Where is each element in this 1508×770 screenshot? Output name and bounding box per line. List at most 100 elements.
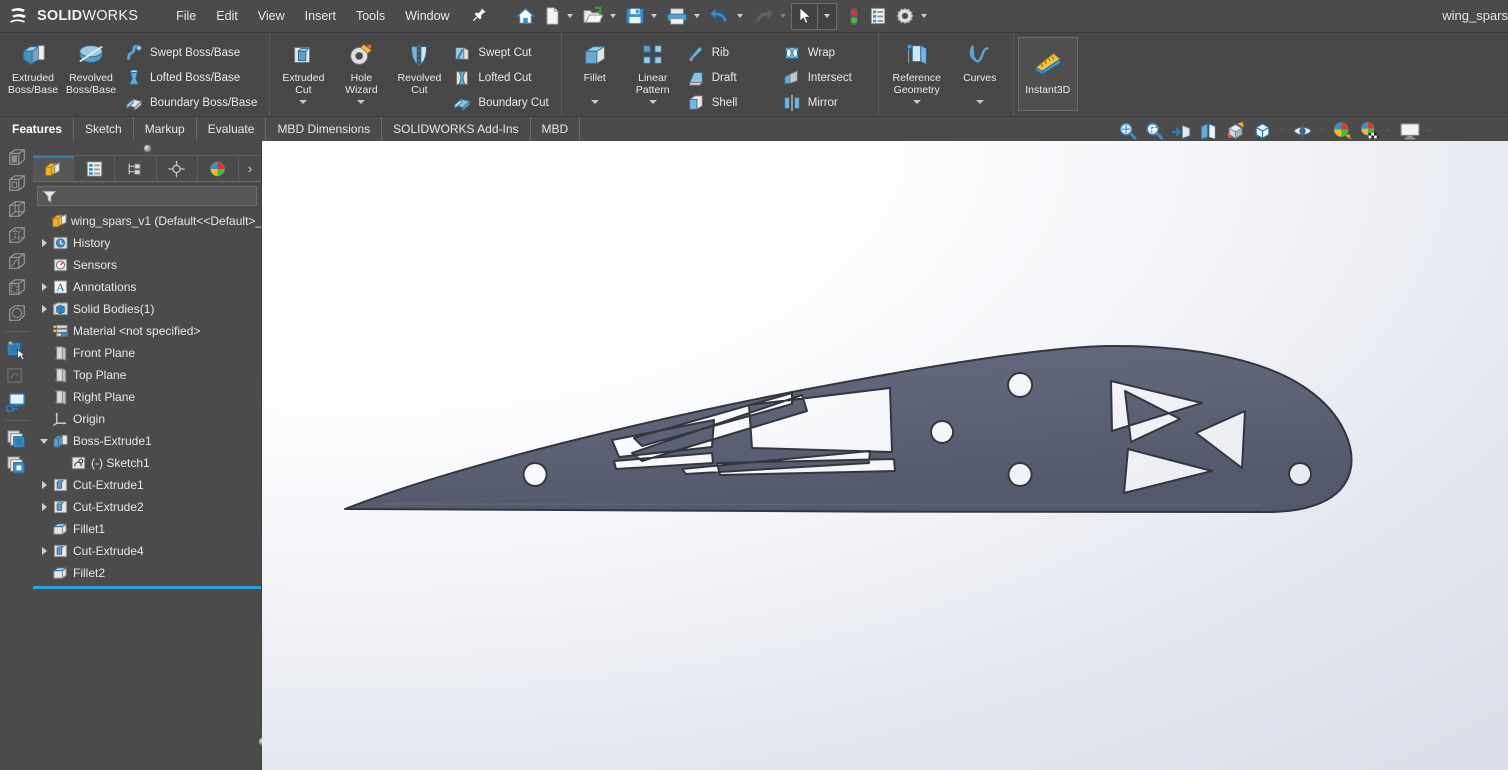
linear-pattern-button[interactable]: Linear Pattern bbox=[624, 36, 682, 104]
new-document-button[interactable] bbox=[540, 4, 565, 28]
display-list-button[interactable] bbox=[865, 4, 891, 28]
menu-file[interactable]: File bbox=[166, 4, 206, 28]
reference-geometry-dropdown-icon[interactable] bbox=[912, 100, 921, 104]
menu-window[interactable]: Window bbox=[395, 4, 459, 28]
tree-item-solid-bodies[interactable]: Solid Bodies(1) bbox=[33, 298, 261, 320]
feature-manager-tab[interactable] bbox=[33, 156, 75, 181]
extruded-cut-dropdown-icon[interactable] bbox=[299, 100, 308, 104]
hide-show-items-dropdown-icon[interactable] bbox=[1318, 129, 1324, 133]
zoom-to-fit-button[interactable] bbox=[1115, 120, 1140, 142]
rail-new-part-icon[interactable] bbox=[3, 338, 31, 362]
fillet-button[interactable]: Fillet bbox=[566, 36, 624, 104]
zoom-to-area-button[interactable] bbox=[1142, 120, 1167, 142]
filter-box[interactable] bbox=[37, 186, 257, 206]
graphics-viewport[interactable] bbox=[262, 141, 1508, 770]
tree-arrow-cut-extrude4[interactable] bbox=[37, 547, 51, 555]
reference-geometry-button[interactable]: Reference Geometry bbox=[883, 36, 951, 104]
tree-item-annotations[interactable]: A Annotations bbox=[33, 276, 261, 298]
extruded-boss-base-button[interactable]: Extruded Boss/Base bbox=[4, 36, 62, 96]
hide-show-items-button[interactable] bbox=[1290, 120, 1315, 142]
mirror-button[interactable]: Mirror bbox=[778, 90, 874, 115]
pin-icon[interactable] bbox=[466, 5, 493, 28]
configuration-manager-tab[interactable] bbox=[115, 156, 157, 181]
lofted-boss-base-button[interactable]: Lofted Boss/Base bbox=[120, 65, 265, 90]
intersect-button[interactable]: Intersect bbox=[778, 65, 874, 90]
tree-arrow-annotations[interactable] bbox=[37, 283, 51, 291]
undo-button[interactable] bbox=[705, 4, 735, 28]
curves-button[interactable]: Curves bbox=[951, 36, 1009, 104]
curves-dropdown-icon[interactable] bbox=[975, 100, 984, 104]
swept-boss-base-button[interactable]: Swept Boss/Base bbox=[120, 40, 265, 65]
rail-edit-sketch-icon[interactable] bbox=[3, 364, 31, 388]
tree-item-top-plane[interactable]: Top Plane bbox=[33, 364, 261, 386]
previous-view-button[interactable] bbox=[1169, 120, 1194, 142]
rail-item-3-icon[interactable] bbox=[3, 197, 31, 221]
tab-mbd[interactable]: MBD bbox=[531, 117, 581, 141]
more-tabs-chevron-icon[interactable]: › bbox=[239, 156, 261, 181]
tree-arrow-cut-extrude1[interactable] bbox=[37, 481, 51, 489]
menu-edit[interactable]: Edit bbox=[206, 4, 248, 28]
property-manager-tab[interactable] bbox=[74, 156, 116, 181]
tree-item-cut-extrude2[interactable]: Cut-Extrude2 bbox=[33, 496, 261, 518]
rail-item-1-icon[interactable] bbox=[3, 145, 31, 169]
tree-arrow-boss-extrude1[interactable] bbox=[37, 438, 51, 444]
print-button[interactable] bbox=[662, 4, 692, 28]
tree-item-cut-extrude4[interactable]: Cut-Extrude4 bbox=[33, 540, 261, 562]
tab-solidworks-add-ins[interactable]: SOLIDWORKS Add-Ins bbox=[382, 117, 531, 141]
tree-item-front-plane[interactable]: Front Plane bbox=[33, 342, 261, 364]
new-document-dropdown-icon[interactable] bbox=[566, 14, 573, 18]
hole-wizard-button[interactable]: Hole Wizard bbox=[332, 36, 390, 104]
revolved-boss-base-button[interactable]: Revolved Boss/Base bbox=[62, 36, 120, 96]
lofted-cut-button[interactable]: Lofted Cut bbox=[448, 65, 556, 90]
shell-button[interactable]: Shell bbox=[682, 90, 778, 115]
boundary-cut-button[interactable]: Boundary Cut bbox=[448, 90, 556, 115]
tree-item-material[interactable]: Material <not specified> bbox=[33, 320, 261, 342]
dimxpert-manager-tab[interactable] bbox=[157, 156, 198, 181]
tree-item-history[interactable]: History bbox=[33, 232, 261, 254]
tree-item-right-plane[interactable]: Right Plane bbox=[33, 386, 261, 408]
extruded-cut-button[interactable]: Extruded Cut bbox=[274, 36, 332, 104]
undo-dropdown-icon[interactable] bbox=[736, 14, 743, 18]
home-button[interactable] bbox=[511, 4, 540, 28]
tree-arrow-history[interactable] bbox=[37, 239, 51, 247]
draft-button[interactable]: Draft bbox=[682, 65, 778, 90]
tree-item-boss-extrude1[interactable]: Boss-Extrude1 bbox=[33, 430, 261, 452]
tab-features[interactable]: Features bbox=[0, 117, 75, 141]
rebuild-button[interactable] bbox=[843, 4, 865, 29]
panel-grip-dot[interactable] bbox=[142, 143, 152, 153]
filter-input[interactable] bbox=[61, 190, 252, 202]
print-dropdown-icon[interactable] bbox=[693, 14, 700, 18]
linear-pattern-dropdown-icon[interactable] bbox=[648, 100, 657, 104]
tree-item-fillet1[interactable]: Fillet1 bbox=[33, 518, 261, 540]
open-file-dropdown-icon[interactable] bbox=[609, 14, 616, 18]
save-button[interactable] bbox=[621, 4, 649, 28]
menu-insert[interactable]: Insert bbox=[295, 4, 346, 28]
menu-tools[interactable]: Tools bbox=[346, 4, 395, 28]
tree-arrow-solid-bodies[interactable] bbox=[37, 305, 51, 313]
apply-scene-dropdown-icon[interactable] bbox=[1385, 129, 1391, 133]
tree-arrow-cut-extrude2[interactable] bbox=[37, 503, 51, 511]
tree-item-fillet2[interactable]: Fillet2 bbox=[33, 562, 261, 584]
select-tool-group[interactable] bbox=[790, 2, 837, 30]
apply-scene-button[interactable] bbox=[1357, 120, 1382, 142]
open-file-button[interactable] bbox=[578, 4, 608, 28]
select-cursor-button[interactable] bbox=[792, 4, 817, 28]
boundary-boss-base-button[interactable]: Boundary Boss/Base bbox=[120, 90, 265, 115]
revolved-cut-button[interactable]: Revolved Cut bbox=[390, 36, 448, 96]
view-orientation-button[interactable] bbox=[1223, 120, 1248, 142]
view-settings-button[interactable] bbox=[1397, 120, 1423, 142]
tab-markup[interactable]: Markup bbox=[134, 117, 197, 141]
swept-cut-button[interactable]: Swept Cut bbox=[448, 40, 556, 65]
panel-grip[interactable] bbox=[33, 141, 261, 156]
rail-display-icon[interactable] bbox=[3, 390, 31, 414]
fillet-dropdown-icon[interactable] bbox=[590, 100, 599, 104]
r极ollback-bar[interactable] bbox=[33, 586, 261, 589]
tree-item-cut-extrude1[interactable]: Cut-Extrude1 bbox=[33, 474, 261, 496]
display-style-dropdown-icon[interactable] bbox=[1278, 129, 1284, 133]
save-dropdown-icon[interactable] bbox=[650, 14, 657, 18]
wrap-button[interactable]: Wrap bbox=[778, 40, 874, 65]
display-manager-tab[interactable] bbox=[198, 156, 240, 181]
display-style-button[interactable] bbox=[1250, 120, 1275, 142]
rail-item-2-icon[interactable] bbox=[3, 171, 31, 195]
view-settings-dropdown-icon[interactable] bbox=[1426, 129, 1432, 133]
